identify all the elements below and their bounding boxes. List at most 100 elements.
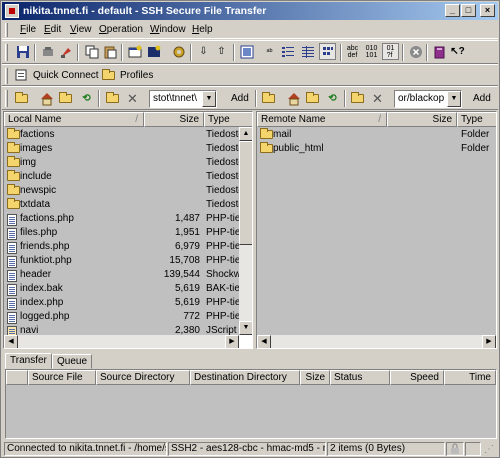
remote-add-button[interactable]: Add	[473, 93, 491, 104]
tab-queue[interactable]: Queue	[52, 354, 92, 369]
transfer-list[interactable]: Source File Source Directory Destination…	[5, 369, 497, 439]
remote-delete-icon[interactable]: ✕	[369, 90, 386, 107]
local-scroll-up-button[interactable]: ▲	[239, 127, 252, 141]
connect-icon[interactable]	[57, 43, 74, 60]
local-file-row[interactable]: images Tiedosto	[4, 142, 239, 156]
local-delete-icon[interactable]: ✕	[124, 90, 141, 107]
transfer-col-source-file[interactable]: Source File	[28, 370, 96, 385]
ascii-mode-icon[interactable]: abc def	[344, 43, 361, 60]
local-file-row[interactable]: funktiot.php 15,708 PHP-tiedo	[4, 254, 239, 268]
download-icon[interactable]: ⇩	[195, 43, 212, 60]
view-filmstrip-icon[interactable]	[319, 43, 336, 60]
minimize-button[interactable]: _	[445, 4, 460, 17]
remote-file-list[interactable]: mail Folder public_html Folder	[257, 127, 496, 335]
local-file-row[interactable]: img Tiedosto	[4, 156, 239, 170]
toolbar-grip[interactable]	[5, 90, 8, 107]
local-add-button[interactable]: Add	[231, 93, 249, 104]
menu-edit[interactable]: Edit	[44, 24, 61, 35]
local-home-icon[interactable]	[38, 90, 55, 107]
maximize-button[interactable]: □	[461, 4, 476, 17]
stop-icon[interactable]	[407, 43, 424, 60]
local-file-row[interactable]: index.bak 5,619 BAK-tiedo	[4, 282, 239, 296]
menu-help[interactable]: Help	[192, 24, 213, 35]
local-up-folder-icon[interactable]	[13, 90, 30, 107]
view-list-icon[interactable]	[279, 43, 296, 60]
remote-file-pane[interactable]: Remote Name / Size Type mail Folder public_…	[256, 111, 497, 349]
new-window-icon[interactable]	[126, 43, 143, 60]
transfer-col-size[interactable]: Size	[300, 370, 330, 385]
local-refresh-icon[interactable]: ⟲	[78, 90, 95, 107]
local-file-row[interactable]: header 139,544 Shockwa	[4, 268, 239, 282]
local-horizontal-scrollbar[interactable]: ◀ ▶	[4, 335, 239, 348]
transfer-col-status[interactable]: Status	[330, 370, 390, 385]
local-parent-folder-icon[interactable]	[57, 90, 74, 107]
remote-col-size[interactable]: Size	[387, 112, 457, 127]
remote-refresh-icon[interactable]: ⟲	[324, 90, 341, 107]
local-scroll-left-button[interactable]: ◀	[4, 335, 18, 348]
local-file-row[interactable]: factions Tiedosto	[4, 128, 239, 142]
local-file-row[interactable]: logged.php 772 PHP-tiedo	[4, 310, 239, 324]
app-icon[interactable]	[5, 4, 19, 18]
local-new-folder-icon[interactable]	[104, 90, 121, 107]
local-col-name[interactable]: Local Name /	[4, 112, 144, 127]
local-file-row[interactable]: index.php 5,619 PHP-tiedo	[4, 296, 239, 310]
menu-window[interactable]: Window	[150, 24, 186, 35]
local-col-type[interactable]: Type	[204, 112, 252, 127]
local-col-size[interactable]: Size	[144, 112, 204, 127]
remote-up-folder-icon[interactable]	[260, 90, 277, 107]
remote-col-type[interactable]: Type	[457, 112, 496, 127]
local-file-row[interactable]: newspic Tiedosto	[4, 184, 239, 198]
toolbar-grip[interactable]	[5, 68, 8, 84]
local-path-dropdown-arrow[interactable]: ▼	[202, 91, 216, 107]
remote-col-name[interactable]: Remote Name /	[257, 112, 387, 127]
resize-grip-icon[interactable]: ⋰	[484, 444, 494, 455]
title-bar[interactable]: nikita.tnnet.fi - default - SSH Secure F…	[2, 2, 498, 20]
local-scroll-thumb[interactable]	[239, 141, 252, 245]
save-icon[interactable]	[14, 43, 31, 60]
menu-operation[interactable]: Operation	[99, 24, 143, 35]
remote-horizontal-scrollbar[interactable]: ◀ ▶	[257, 335, 496, 348]
help-book-icon[interactable]	[431, 43, 448, 60]
tab-transfer[interactable]: Transfer	[5, 353, 52, 369]
transfer-col-speed[interactable]: Speed	[390, 370, 444, 385]
local-file-list[interactable]: factions Tiedosto images Tiedosto img Tiedost…	[4, 127, 239, 338]
settings-icon[interactable]	[170, 43, 187, 60]
remote-file-row[interactable]: mail Folder	[257, 128, 496, 142]
local-file-row[interactable]: include Tiedosto	[4, 170, 239, 184]
transfer-col-time[interactable]: Time	[444, 370, 496, 385]
upload-icon[interactable]: ⇧	[213, 43, 230, 60]
transfer-col-icon[interactable]	[6, 370, 28, 385]
local-file-row[interactable]: friends.php 6,979 PHP-tiedo	[4, 240, 239, 254]
local-vertical-scrollbar[interactable]: ▲ ▼	[239, 127, 252, 335]
remote-scroll-right-button[interactable]: ▶	[482, 335, 496, 348]
view-large-icons-icon[interactable]	[238, 43, 255, 60]
transfer-col-destination-directory[interactable]: Destination Directory	[190, 370, 300, 385]
menubar-grip[interactable]	[5, 23, 8, 37]
transfer-col-source-directory[interactable]: Source Directory	[96, 370, 190, 385]
view-details-icon[interactable]	[299, 43, 316, 60]
whats-this-icon[interactable]: ↖?	[449, 43, 466, 60]
menu-view[interactable]: View	[70, 24, 92, 35]
view-small-icons-icon[interactable]: ᵃᵇ	[261, 43, 278, 60]
binary-mode-icon[interactable]: 010 101	[363, 43, 380, 60]
paste-icon[interactable]	[101, 43, 118, 60]
remote-new-folder-icon[interactable]	[349, 90, 366, 107]
local-file-row[interactable]: factions.php 1,487 PHP-tiedo	[4, 212, 239, 226]
remote-path-dropdown-arrow[interactable]: ▼	[447, 91, 461, 107]
remote-path-combo[interactable]: or/blackop ▼	[394, 90, 462, 108]
auto-mode-icon[interactable]: 01 ?f	[382, 43, 399, 60]
local-file-row[interactable]: txtdata Tiedosto	[4, 198, 239, 212]
disconnect-icon[interactable]	[39, 43, 56, 60]
local-scroll-right-button[interactable]: ▶	[225, 335, 239, 348]
remote-home-icon[interactable]	[285, 90, 302, 107]
remote-parent-folder-icon[interactable]	[304, 90, 321, 107]
local-file-row[interactable]: files.php 1,951 PHP-tiedo	[4, 226, 239, 240]
local-path-combo[interactable]: stot\tnnet\ ▼	[149, 90, 217, 108]
remote-file-row[interactable]: public_html Folder	[257, 142, 496, 156]
copy-icon[interactable]	[83, 43, 100, 60]
remote-scroll-left-button[interactable]: ◀	[257, 335, 271, 348]
menu-file[interactable]: File	[20, 24, 36, 35]
local-scroll-down-button[interactable]: ▼	[239, 321, 252, 335]
toolbar-grip[interactable]	[5, 44, 8, 61]
new-terminal-icon[interactable]	[145, 43, 162, 60]
